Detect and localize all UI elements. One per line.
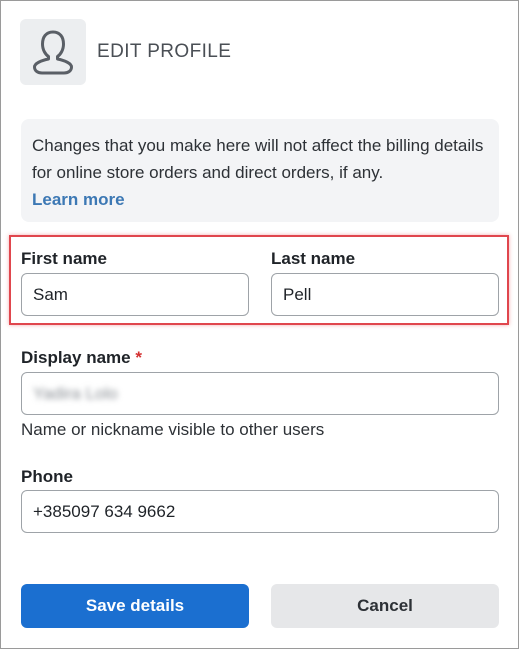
edit-profile-panel: EDIT PROFILE Changes that you make here … [0, 0, 519, 649]
save-details-button[interactable]: Save details [21, 584, 249, 628]
display-name-label-text: Display name [21, 348, 131, 367]
billing-notice-text: Changes that you make here will not affe… [32, 136, 484, 182]
required-marker: * [135, 348, 142, 367]
learn-more-link[interactable]: Learn more [32, 190, 125, 209]
profile-header: EDIT PROFILE [20, 19, 231, 85]
first-name-label: First name [21, 249, 107, 268]
display-name-value: Yadira Lolo [33, 383, 118, 403]
display-name-label: Display name * [21, 348, 142, 368]
phone-label: Phone [21, 467, 73, 486]
first-name-input[interactable] [21, 273, 249, 316]
last-name-label: Last name [271, 249, 356, 268]
phone-input[interactable] [21, 490, 499, 533]
last-name-input[interactable] [271, 273, 499, 316]
display-name-helper: Name or nickname visible to other users [21, 420, 325, 439]
page-title: EDIT PROFILE [97, 41, 232, 62]
display-name-input[interactable]: Yadira Lolo [21, 372, 499, 415]
billing-notice: Changes that you make here will not affe… [21, 119, 499, 222]
avatar [20, 19, 86, 85]
cancel-button[interactable]: Cancel [271, 584, 499, 628]
user-silhouette-icon [33, 30, 73, 75]
